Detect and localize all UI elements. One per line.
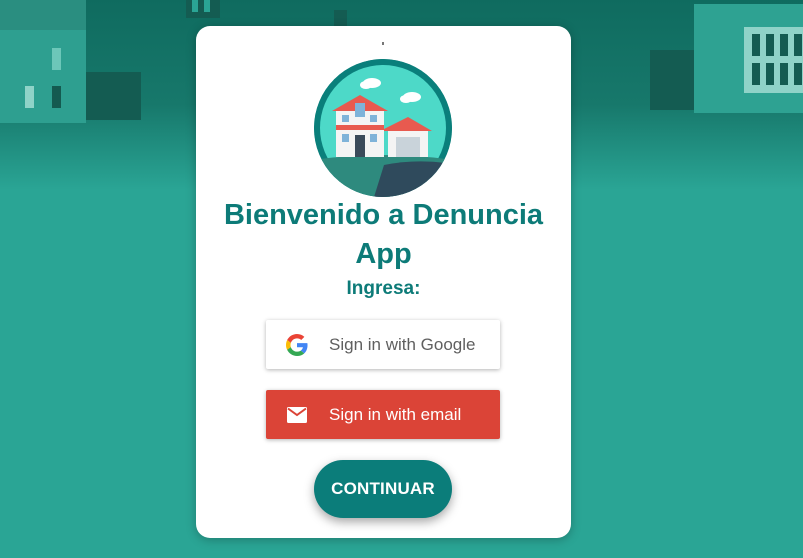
email-signin-label: Sign in with email xyxy=(329,404,462,424)
mail-icon xyxy=(285,403,309,427)
window xyxy=(334,10,347,26)
window xyxy=(780,34,788,56)
decorative-dot xyxy=(382,42,384,45)
window xyxy=(192,0,198,12)
window xyxy=(794,63,802,85)
building-left-dark xyxy=(86,72,141,120)
window xyxy=(752,34,760,56)
window xyxy=(794,34,802,56)
building-left xyxy=(0,28,86,123)
building-left-top xyxy=(0,0,86,30)
window xyxy=(204,0,210,12)
window xyxy=(766,34,774,56)
login-card: Bienvenido a Denuncia App Ingresa: Sign … xyxy=(196,26,571,538)
building-right-dark xyxy=(650,50,694,110)
continue-button[interactable]: CONTINUAR xyxy=(314,460,452,518)
window xyxy=(52,86,61,108)
window xyxy=(25,86,34,108)
window xyxy=(752,63,760,85)
page-title: Bienvenido a Denuncia App xyxy=(223,199,544,270)
google-signin-button[interactable]: Sign in with Google xyxy=(266,320,500,369)
app-logo xyxy=(314,59,452,197)
email-signin-button[interactable]: Sign in with email xyxy=(266,390,500,439)
window xyxy=(52,48,61,70)
google-signin-label: Sign in with Google xyxy=(329,334,476,354)
house-illustration-icon xyxy=(314,59,452,197)
login-prompt: Ingresa: xyxy=(346,278,421,299)
continue-label: CONTINUAR xyxy=(331,479,435,498)
google-g-icon xyxy=(285,333,309,357)
window xyxy=(766,63,774,85)
window xyxy=(780,63,788,85)
